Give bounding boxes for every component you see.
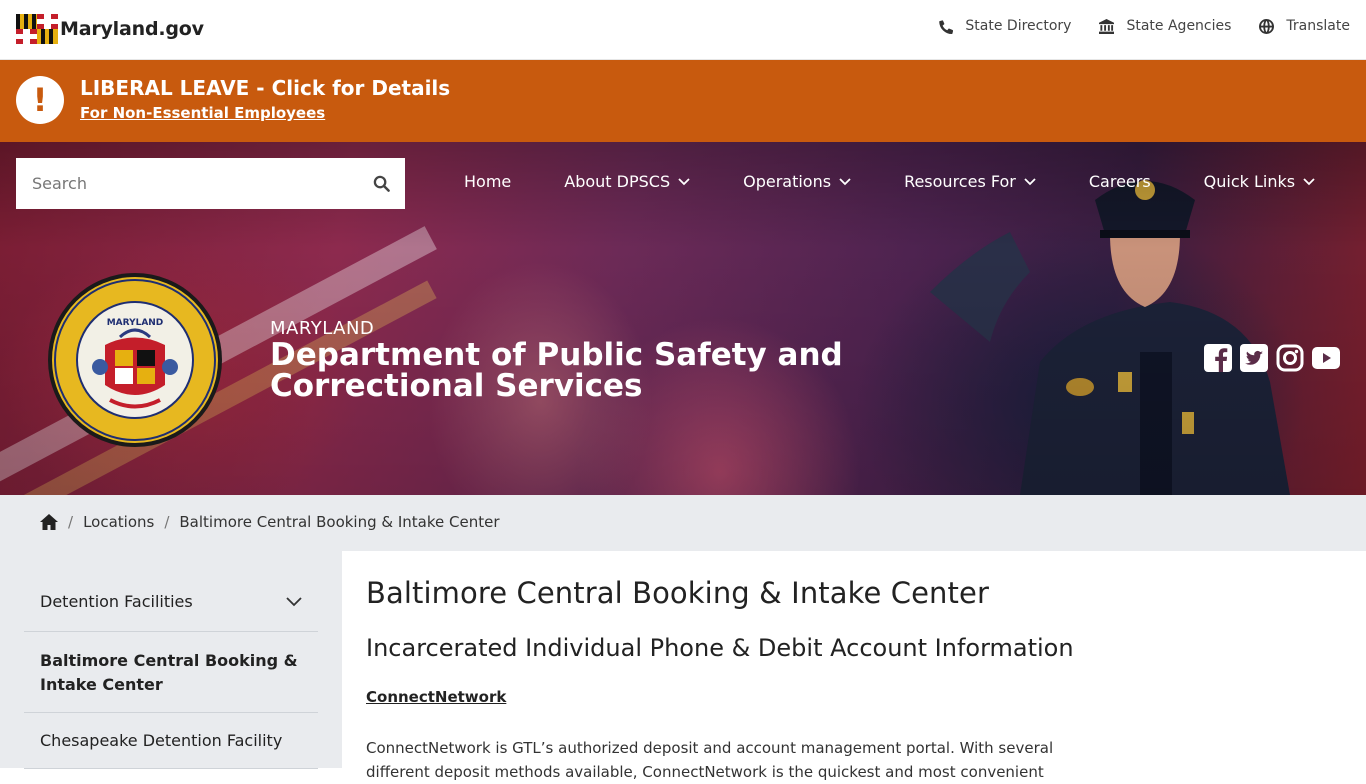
facebook-icon[interactable] [1204,344,1232,372]
nav-about-dpscs[interactable]: About DPSCS [564,172,690,191]
agency-state-label: MARYLAND [270,318,375,339]
nav-label: Quick Links [1203,172,1296,191]
nav-quick-links[interactable]: Quick Links [1204,172,1315,191]
phone-icon [939,19,954,34]
twitter-icon[interactable] [1240,344,1268,372]
alert-banner: ! LIBERAL LEAVE - Click for Details For … [0,60,1366,142]
breadcrumb-locations[interactable]: Locations [83,513,154,531]
search-bar [16,158,405,209]
nav-operations[interactable]: Operations [743,172,851,191]
dpscs-seal[interactable]: MARYLAND [48,273,222,447]
hero-banner: Home About DPSCS Operations Resources Fo… [0,142,1366,495]
breadcrumb-bar: / Locations / Baltimore Central Booking … [0,495,1366,551]
utility-links: State Directory State Agencies Translate [938,18,1350,34]
maryland-flag-icon [16,14,58,44]
page-title: Baltimore Central Booking & Intake Cente… [366,576,989,610]
instagram-icon[interactable] [1276,344,1304,372]
chevron-down-icon [678,177,690,185]
saluting-officer-image [930,180,1290,495]
main-content: Baltimore Central Booking & Intake Cente… [342,551,1366,781]
department-seal-icon: MARYLAND [52,277,218,443]
main-navigation: Home About DPSCS Operations Resources Fo… [440,172,1315,191]
breadcrumb: / Locations / Baltimore Central Booking … [40,513,500,531]
breadcrumb-current: Baltimore Central Booking & Intake Cente… [179,513,500,531]
home-icon[interactable] [40,514,58,530]
state-agencies-label: State Agencies [1126,18,1232,34]
nav-label: Home [464,172,512,191]
building-icon [1099,18,1115,34]
nav-label: Operations [743,172,832,191]
sidenav-chesapeake-detention[interactable]: Chesapeake Detention Facility [24,713,318,769]
search-button[interactable] [357,158,405,209]
sidenav-detention-facilities[interactable]: Detention Facilities [24,572,318,632]
search-icon [373,175,390,192]
state-directory-label: State Directory [965,18,1072,34]
maryland-gov-logo[interactable]: Maryland.gov [16,14,204,44]
sidenav-baltimore-central-booking[interactable]: Baltimore Central Booking & Intake Cente… [24,632,318,713]
section-title: Incarcerated Individual Phone & Debit Ac… [366,634,1074,662]
nav-careers[interactable]: Careers [1089,172,1151,191]
globe-icon [1259,18,1275,34]
state-agencies-link[interactable]: State Agencies [1099,18,1231,34]
connectnetwork-description: ConnectNetwork is GTL’s authorized depos… [366,739,1054,781]
youtube-icon[interactable] [1312,344,1340,372]
exclamation-icon: ! [16,76,64,124]
translate-link[interactable]: Translate [1259,18,1350,34]
search-input[interactable] [16,158,357,209]
seal-center-text: MARYLAND [107,318,164,328]
state-directory-link[interactable]: State Directory [938,18,1071,34]
side-navigation: Detention Facilities Baltimore Central B… [24,572,318,769]
nav-resources-for[interactable]: Resources For [904,172,1036,191]
breadcrumb-separator: / [164,513,170,531]
alert-details-link[interactable]: For Non-Essential Employees [80,104,325,122]
chevron-down-icon [839,177,851,185]
social-links [1204,344,1340,372]
alert-title[interactable]: LIBERAL LEAVE - Click for Details [80,76,450,100]
brand-text: Maryland.gov [60,18,204,40]
agency-name[interactable]: Department of Public Safety and Correcti… [270,340,870,402]
nav-label: About DPSCS [564,172,671,191]
nav-label: Careers [1088,172,1151,191]
top-utility-bar: Maryland.gov State Directory State Agenc… [0,0,1366,60]
connectnetwork-link[interactable]: ConnectNetwork [366,688,506,706]
chevron-down-icon [1024,177,1036,185]
nav-label: Resources For [904,172,1016,191]
translate-label: Translate [1286,18,1350,34]
chevron-down-icon [286,596,302,606]
nav-home[interactable]: Home [464,172,511,191]
breadcrumb-separator: / [68,513,74,531]
chevron-down-icon [1303,177,1315,185]
sidenav-label: Detention Facilities [40,592,193,611]
